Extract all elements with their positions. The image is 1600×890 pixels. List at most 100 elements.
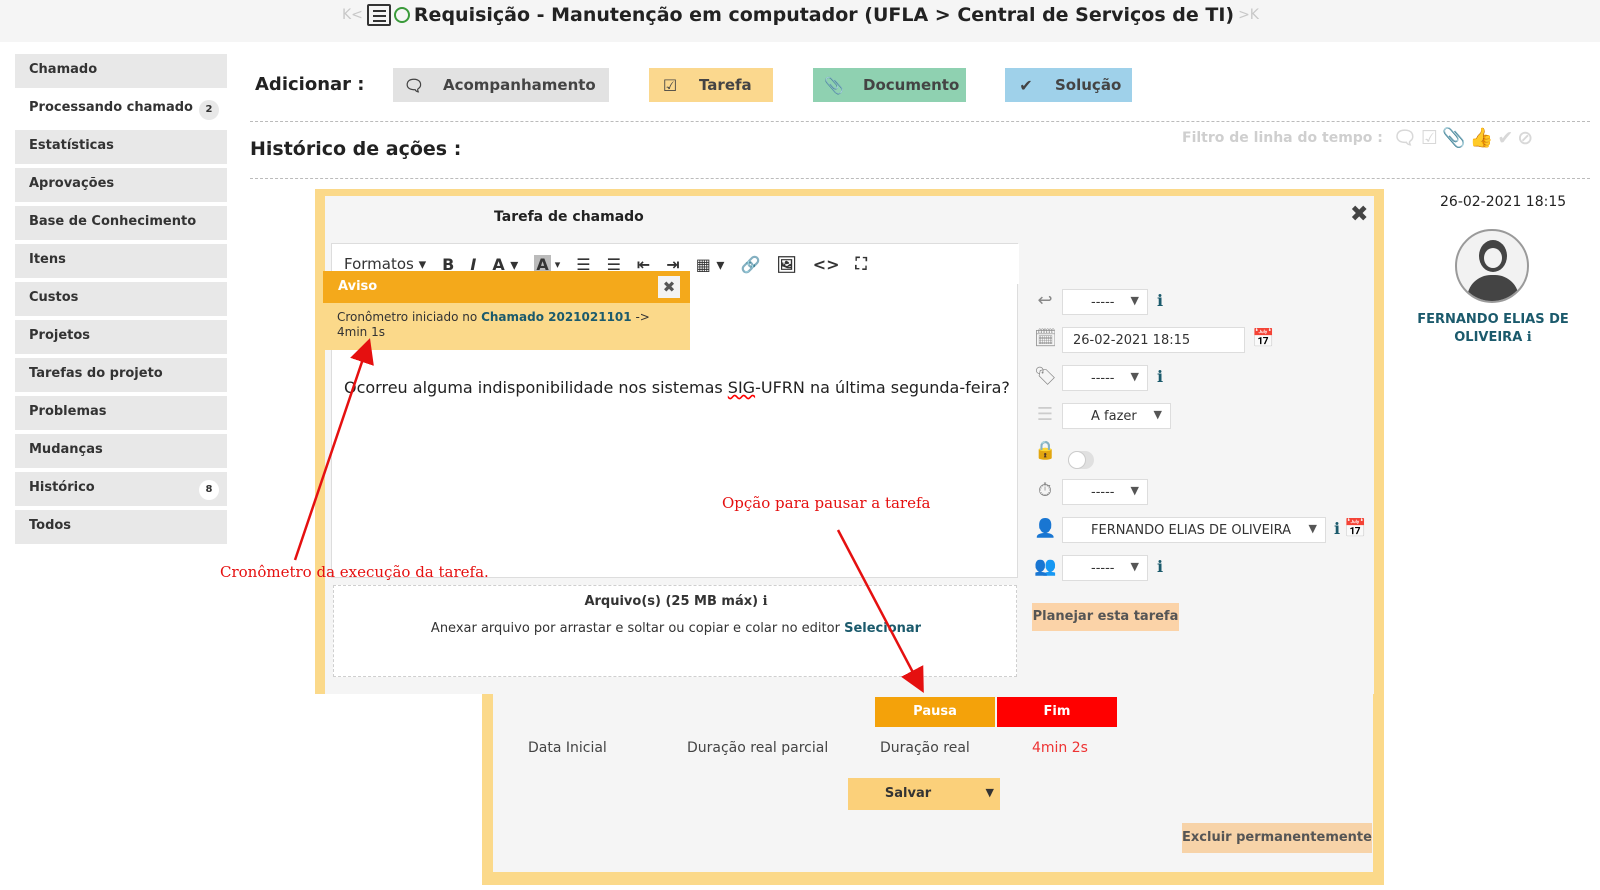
table-icon[interactable]: ▦ ▾ xyxy=(696,255,725,274)
checkmark-icon: ✔ xyxy=(1019,75,1033,95)
chevron-down-icon: ▼ xyxy=(1130,294,1139,307)
next-ticket-link[interactable]: >K xyxy=(1238,7,1259,23)
info-icon[interactable]: i xyxy=(1157,367,1163,386)
editor-content[interactable]: Ocorreu alguma indisponibilidade nos sis… xyxy=(344,378,1010,397)
sidebar-item-label: Itens xyxy=(29,252,66,267)
real-duration-value: 4min 2s xyxy=(1032,740,1088,756)
add-followup-button[interactable]: 🗨 Acompanhamento xyxy=(393,68,609,102)
status-select[interactable]: A fazer ▼ xyxy=(1062,403,1171,429)
calendar-picker-icon[interactable]: 📅 xyxy=(1252,328,1274,349)
sidebar-item-label: Estatísticas xyxy=(29,138,114,153)
chevron-down-icon: ▼ xyxy=(1308,522,1317,535)
chevron-down-icon: ▼ xyxy=(1153,408,1162,421)
attachments-title-text: Arquivo(s) (25 MB máx) xyxy=(584,594,759,609)
sidebar-item-historico[interactable]: Histórico 8 xyxy=(15,472,227,506)
add-task-label: Tarefa xyxy=(699,76,752,94)
status-value: A fazer xyxy=(1091,409,1137,424)
duration-select[interactable]: ----- ▼ xyxy=(1062,479,1148,505)
add-solution-button[interactable]: ✔ Solução xyxy=(1005,68,1132,102)
sidebar-item-label: Chamado xyxy=(29,62,98,77)
calendar-picker-icon[interactable]: 📅 xyxy=(1344,518,1366,539)
save-button[interactable]: Salvar ▼ xyxy=(848,778,1000,810)
sidebar-item-tarefas-projeto[interactable]: Tarefas do projeto xyxy=(15,358,227,392)
add-document-button[interactable]: 📎 Documento xyxy=(813,68,966,102)
sidebar-item-mudancas[interactable]: Mudanças xyxy=(15,434,227,468)
group-icon: 👥 xyxy=(1034,556,1057,577)
sidebar-item-custos[interactable]: Custos xyxy=(15,282,227,316)
notification-popup: Aviso ✖ Cronômetro iniciado no Chamado 2… xyxy=(323,271,690,350)
checkbox-icon: ☑ xyxy=(662,75,678,95)
sidebar-item-aprovacoes[interactable]: Aprovações xyxy=(15,168,227,202)
image-icon[interactable]: 🖼 xyxy=(776,255,796,274)
info-icon[interactable]: i xyxy=(763,594,768,609)
sidebar-item-estatisticas[interactable]: Estatísticas xyxy=(15,130,227,164)
user-name-text: FERNANDO ELIAS DE OLIVEIRA xyxy=(1417,312,1569,345)
history-heading: Histórico de ações : xyxy=(250,138,462,160)
sidebar-item-label: Aprovações xyxy=(29,176,115,191)
source-code-icon[interactable]: <> xyxy=(813,255,840,274)
sidebar-item-todos[interactable]: Todos xyxy=(15,510,227,544)
window-header: K< Requisição - Manutenção em computador… xyxy=(0,0,1600,42)
delete-permanently-button[interactable]: Excluir permanentemente xyxy=(1182,823,1372,853)
real-duration-label: Duração real xyxy=(880,740,970,756)
chevron-down-icon: ▼ xyxy=(1130,370,1139,383)
sidebar-item-base-conhecimento[interactable]: Base de Conhecimento xyxy=(15,206,227,240)
file-drop-zone[interactable]: Arquivo(s) (25 MB máx) i Anexar arquivo … xyxy=(333,585,1017,677)
sidebar-item-label: Problemas xyxy=(29,404,107,419)
chevron-down-icon[interactable]: ▾ xyxy=(555,258,561,271)
pause-button[interactable]: Pausa xyxy=(875,697,995,727)
sidebar-item-label: Mudanças xyxy=(29,442,103,457)
attachments-hint: Anexar arquivo por arrastar e soltar ou … xyxy=(334,621,1018,636)
notification-title: Aviso xyxy=(323,271,690,303)
info-icon[interactable]: i xyxy=(1157,291,1163,310)
category-select[interactable]: ----- ▼ xyxy=(1062,365,1148,391)
close-icon[interactable]: ✖ xyxy=(658,276,680,298)
chevron-down-icon[interactable]: ▼ xyxy=(986,778,994,808)
sidebar: Chamado Processando chamado 2 Estatística… xyxy=(15,54,227,548)
user-icon: 👤 xyxy=(1034,518,1057,539)
user-name[interactable]: FERNANDO ELIAS DE OLIVEIRA i xyxy=(1403,311,1583,347)
divider xyxy=(250,121,1590,122)
avatar xyxy=(1455,229,1529,303)
timeline-filter-icons[interactable]: 🗨☑📎👍✔⊘ xyxy=(1393,126,1537,149)
lock-icon: 🔒 xyxy=(1034,440,1057,461)
sidebar-item-problemas[interactable]: Problemas xyxy=(15,396,227,430)
private-toggle[interactable] xyxy=(1068,451,1094,469)
sidebar-item-projetos[interactable]: Projetos xyxy=(15,320,227,354)
duration-value: ----- xyxy=(1091,485,1115,500)
date-field[interactable]: 26-02-2021 18:15 xyxy=(1062,327,1245,353)
group-value: ----- xyxy=(1091,561,1115,576)
info-icon[interactable]: i xyxy=(1334,519,1340,538)
entry-timestamp: 26-02-2021 18:15 xyxy=(1440,194,1567,210)
modal-title: Tarefa de chamado xyxy=(494,209,644,225)
ticket-link[interactable]: Chamado 2021021101 xyxy=(481,310,632,324)
info-icon[interactable]: i xyxy=(1157,557,1163,576)
technician-select[interactable]: FERNANDO ELIAS DE OLIVEIRA ▼ xyxy=(1062,517,1326,543)
add-task-button[interactable]: ☑ Tarefa xyxy=(649,68,773,102)
group-select[interactable]: ----- ▼ xyxy=(1062,555,1148,581)
sidebar-item-label: Tarefas do projeto xyxy=(29,366,163,381)
reply-icon: ↩ xyxy=(1037,290,1053,311)
end-button[interactable]: Fim xyxy=(997,697,1117,727)
previous-ticket-link[interactable]: K< xyxy=(342,7,363,23)
speech-bubble-icon: 🗨 xyxy=(403,75,425,95)
category-value: ----- xyxy=(1091,371,1115,386)
timeline-filter-label: Filtro de linha do tempo : xyxy=(1182,129,1383,146)
sidebar-item-chamado[interactable]: Chamado xyxy=(15,54,227,88)
status-new-icon xyxy=(393,7,410,23)
plan-task-button[interactable]: Planejar esta tarefa xyxy=(1032,603,1179,631)
info-icon[interactable]: i xyxy=(1527,330,1532,345)
ticket-title-bar: K< Requisição - Manutenção em computador… xyxy=(338,4,1263,26)
sidebar-item-processando-chamado[interactable]: Processando chamado 2 xyxy=(15,92,227,126)
select-file-link[interactable]: Selecionar xyxy=(844,621,921,636)
fullscreen-icon[interactable]: ⛶ xyxy=(856,254,867,274)
add-document-label: Documento xyxy=(863,76,960,94)
link-icon[interactable]: 🔗 xyxy=(740,255,760,274)
content-text: Ocorreu alguma indisponibilidade nos sis… xyxy=(344,378,728,397)
sidebar-item-label: Todos xyxy=(29,518,72,533)
close-icon[interactable]: ✖ xyxy=(1350,202,1368,227)
template-select[interactable]: ----- ▼ xyxy=(1062,289,1148,315)
add-followup-label: Acompanhamento xyxy=(443,76,596,94)
sidebar-item-itens[interactable]: Itens xyxy=(15,244,227,278)
attachments-title: Arquivo(s) (25 MB máx) i xyxy=(334,594,1018,609)
